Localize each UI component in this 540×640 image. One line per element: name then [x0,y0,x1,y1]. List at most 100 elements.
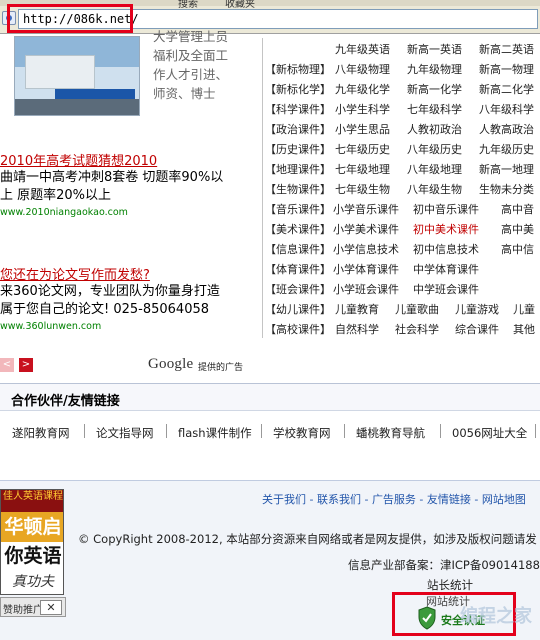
category-link[interactable]: 儿童教育 [335,301,379,317]
ad-title[interactable]: 您还在为论文写作而发愁? [0,264,258,283]
category-link[interactable]: 初中美术课件 [413,221,479,237]
partner-link[interactable]: 蟠桃教育导航 [356,425,425,441]
category-link[interactable]: 其他 [513,321,535,337]
category-link[interactable]: 高中音 [501,201,534,217]
category-link[interactable]: 初中信息技术 [413,241,479,257]
address-bar-input[interactable]: http://086k.net/ [18,9,538,29]
partner-link[interactable]: flash课件制作 [178,425,252,441]
category-link[interactable]: 八年级科学 [479,101,534,117]
ad-description: 曲靖一中高考冲刺8套卷 切题率90%以 [0,170,224,185]
category-link[interactable]: 九年级化学 [335,81,390,97]
category-link[interactable]: 生物未分类 [479,181,534,197]
category-label[interactable]: 【美术课件】 [265,221,331,237]
category-link[interactable]: 九年级历史 [479,141,534,157]
category-link[interactable]: 七年级生物 [335,181,390,197]
category-row: 【信息课件】 小学信息技术 初中信息技术 高中信 [263,238,540,258]
category-label[interactable]: 【幼儿课件】 [265,301,331,317]
category-label[interactable]: 【科学课件】 [265,101,331,117]
text-ad: 您还在为论文写作而发愁? 来360论文网，专业团队为你量身打造 属于您自己的论文… [0,264,258,332]
category-label[interactable]: 【政治课件】 [265,121,331,137]
close-icon[interactable]: ✕ [40,600,62,615]
category-link[interactable]: 高中美 [501,221,534,237]
category-link[interactable]: 初中音乐课件 [413,201,479,217]
category-link[interactable]: 人教初政治 [407,121,462,137]
google-ads-label[interactable]: 提供的广告 [198,360,243,373]
google-logo[interactable]: Google [148,356,193,373]
category-link[interactable]: 七年级历史 [335,141,390,157]
floating-english-ad[interactable]: 佳人英语课程 华顿启智 你英语 真功夫 [0,489,64,595]
category-label[interactable]: 【新标化学】 [265,81,331,97]
category-link[interactable]: 综合课件 [455,321,499,337]
category-link[interactable]: 新高二化学 [479,81,534,97]
news-photo[interactable] [14,36,140,116]
ad-title[interactable]: 2010年高考试题猜想2010 [0,150,258,169]
category-link[interactable]: 小学信息技术 [333,241,399,257]
partner-link[interactable]: 0056网址大全 [452,425,527,441]
footer-link-friends[interactable]: 友情链接 [427,493,471,506]
partner-link[interactable]: 遂阳教育网 [12,425,70,441]
footer-link-ads[interactable]: 广告服务 [372,493,416,506]
category-link[interactable]: 七年级地理 [335,161,390,177]
category-link[interactable]: 小学体育课件 [333,261,399,277]
news-intro-line[interactable]: 作人才引进、 [153,66,228,83]
category-label[interactable]: 【生物课件】 [265,181,331,197]
category-link[interactable]: 小学生科学 [335,101,390,117]
category-label[interactable]: 【历史课件】 [265,141,331,157]
news-intro-line[interactable]: 师资、博士 [153,85,216,102]
category-row: 【新标物理】 八年级物理 九年级物理 新高一物理 [263,58,540,78]
icp-record[interactable]: 信息产业部备案：津ICP备09014188 [348,557,540,573]
category-link[interactable]: 小学美术课件 [333,221,399,237]
divider [261,424,262,438]
site-stat-link[interactable]: 站长统计 [427,577,473,593]
category-label[interactable]: 【班会课件】 [265,281,331,297]
category-label[interactable]: 【体育课件】 [265,261,331,277]
category-link[interactable]: 小学生思品 [335,121,390,137]
category-link[interactable]: 中学班会课件 [413,281,479,297]
category-link[interactable]: 新高一化学 [407,81,462,97]
category-row: 【高校课件】 自然科学 社会科学 综合课件 其他 [263,318,540,338]
copyright-text: © CopyRight 2008-2012, 本站部分资源来自网络或者是网友提供… [78,532,537,546]
category-label[interactable]: 【高校课件】 [265,321,331,337]
footer-link-sitemap[interactable]: 网站地图 [482,493,526,506]
category-link[interactable]: 八年级地理 [407,161,462,177]
ad-url[interactable]: www.360lunwen.com [0,321,258,332]
news-intro-line[interactable]: 大学管理上员 [153,28,228,45]
category-link[interactable]: 儿童游戏 [455,301,499,317]
category-label[interactable]: 【新标物理】 [265,61,331,77]
separator: - [470,493,482,506]
category-label[interactable]: 【音乐课件】 [265,201,331,217]
category-link[interactable]: 儿童歌曲 [395,301,439,317]
category-link[interactable]: 自然科学 [335,321,379,337]
ad-next-button[interactable]: > [19,358,33,372]
category-link[interactable]: 新高一英语 [407,41,462,57]
ad-url[interactable]: www.2010niangaokao.com [0,207,258,218]
category-link[interactable]: 八年级历史 [407,141,462,157]
category-link[interactable]: 小学音乐课件 [333,201,399,217]
category-link[interactable]: 九年级物理 [407,61,462,77]
category-link[interactable]: 中学体育课件 [413,261,479,277]
category-link[interactable]: 九年级英语 [335,41,390,57]
news-intro-line[interactable]: 福利及全面工 [153,47,228,64]
footer-link-about[interactable]: 关于我们 [262,493,306,506]
category-link[interactable]: 人教高政治 [479,121,534,137]
separator: - [415,493,427,506]
category-link[interactable]: 新高一物理 [479,61,534,77]
category-link[interactable]: 儿童 [513,301,535,317]
category-label[interactable]: 【信息课件】 [265,241,331,257]
category-link[interactable]: 社会科学 [395,321,439,337]
ad-prev-button[interactable]: < [0,358,14,372]
partners-header: 合作伙伴/友情链接 [0,383,540,411]
partner-link[interactable]: 学校教育网 [273,425,331,441]
category-link[interactable]: 八年级生物 [407,181,462,197]
category-link[interactable]: 新高一地理 [479,161,534,177]
category-link[interactable]: 八年级物理 [335,61,390,77]
category-link[interactable]: 七年级科学 [407,101,462,117]
partner-link[interactable]: 论文指导网 [96,425,154,441]
float-ad-top: 佳人英语课程 [1,490,63,512]
footer-link-contact[interactable]: 联系我们 [317,493,361,506]
category-label[interactable]: 【地理课件】 [265,161,331,177]
category-link[interactable]: 高中信 [501,241,534,257]
float-ad-slogan: 真功夫 [1,570,63,594]
category-link[interactable]: 小学班会课件 [333,281,399,297]
category-link[interactable]: 新高二英语 [479,41,534,57]
